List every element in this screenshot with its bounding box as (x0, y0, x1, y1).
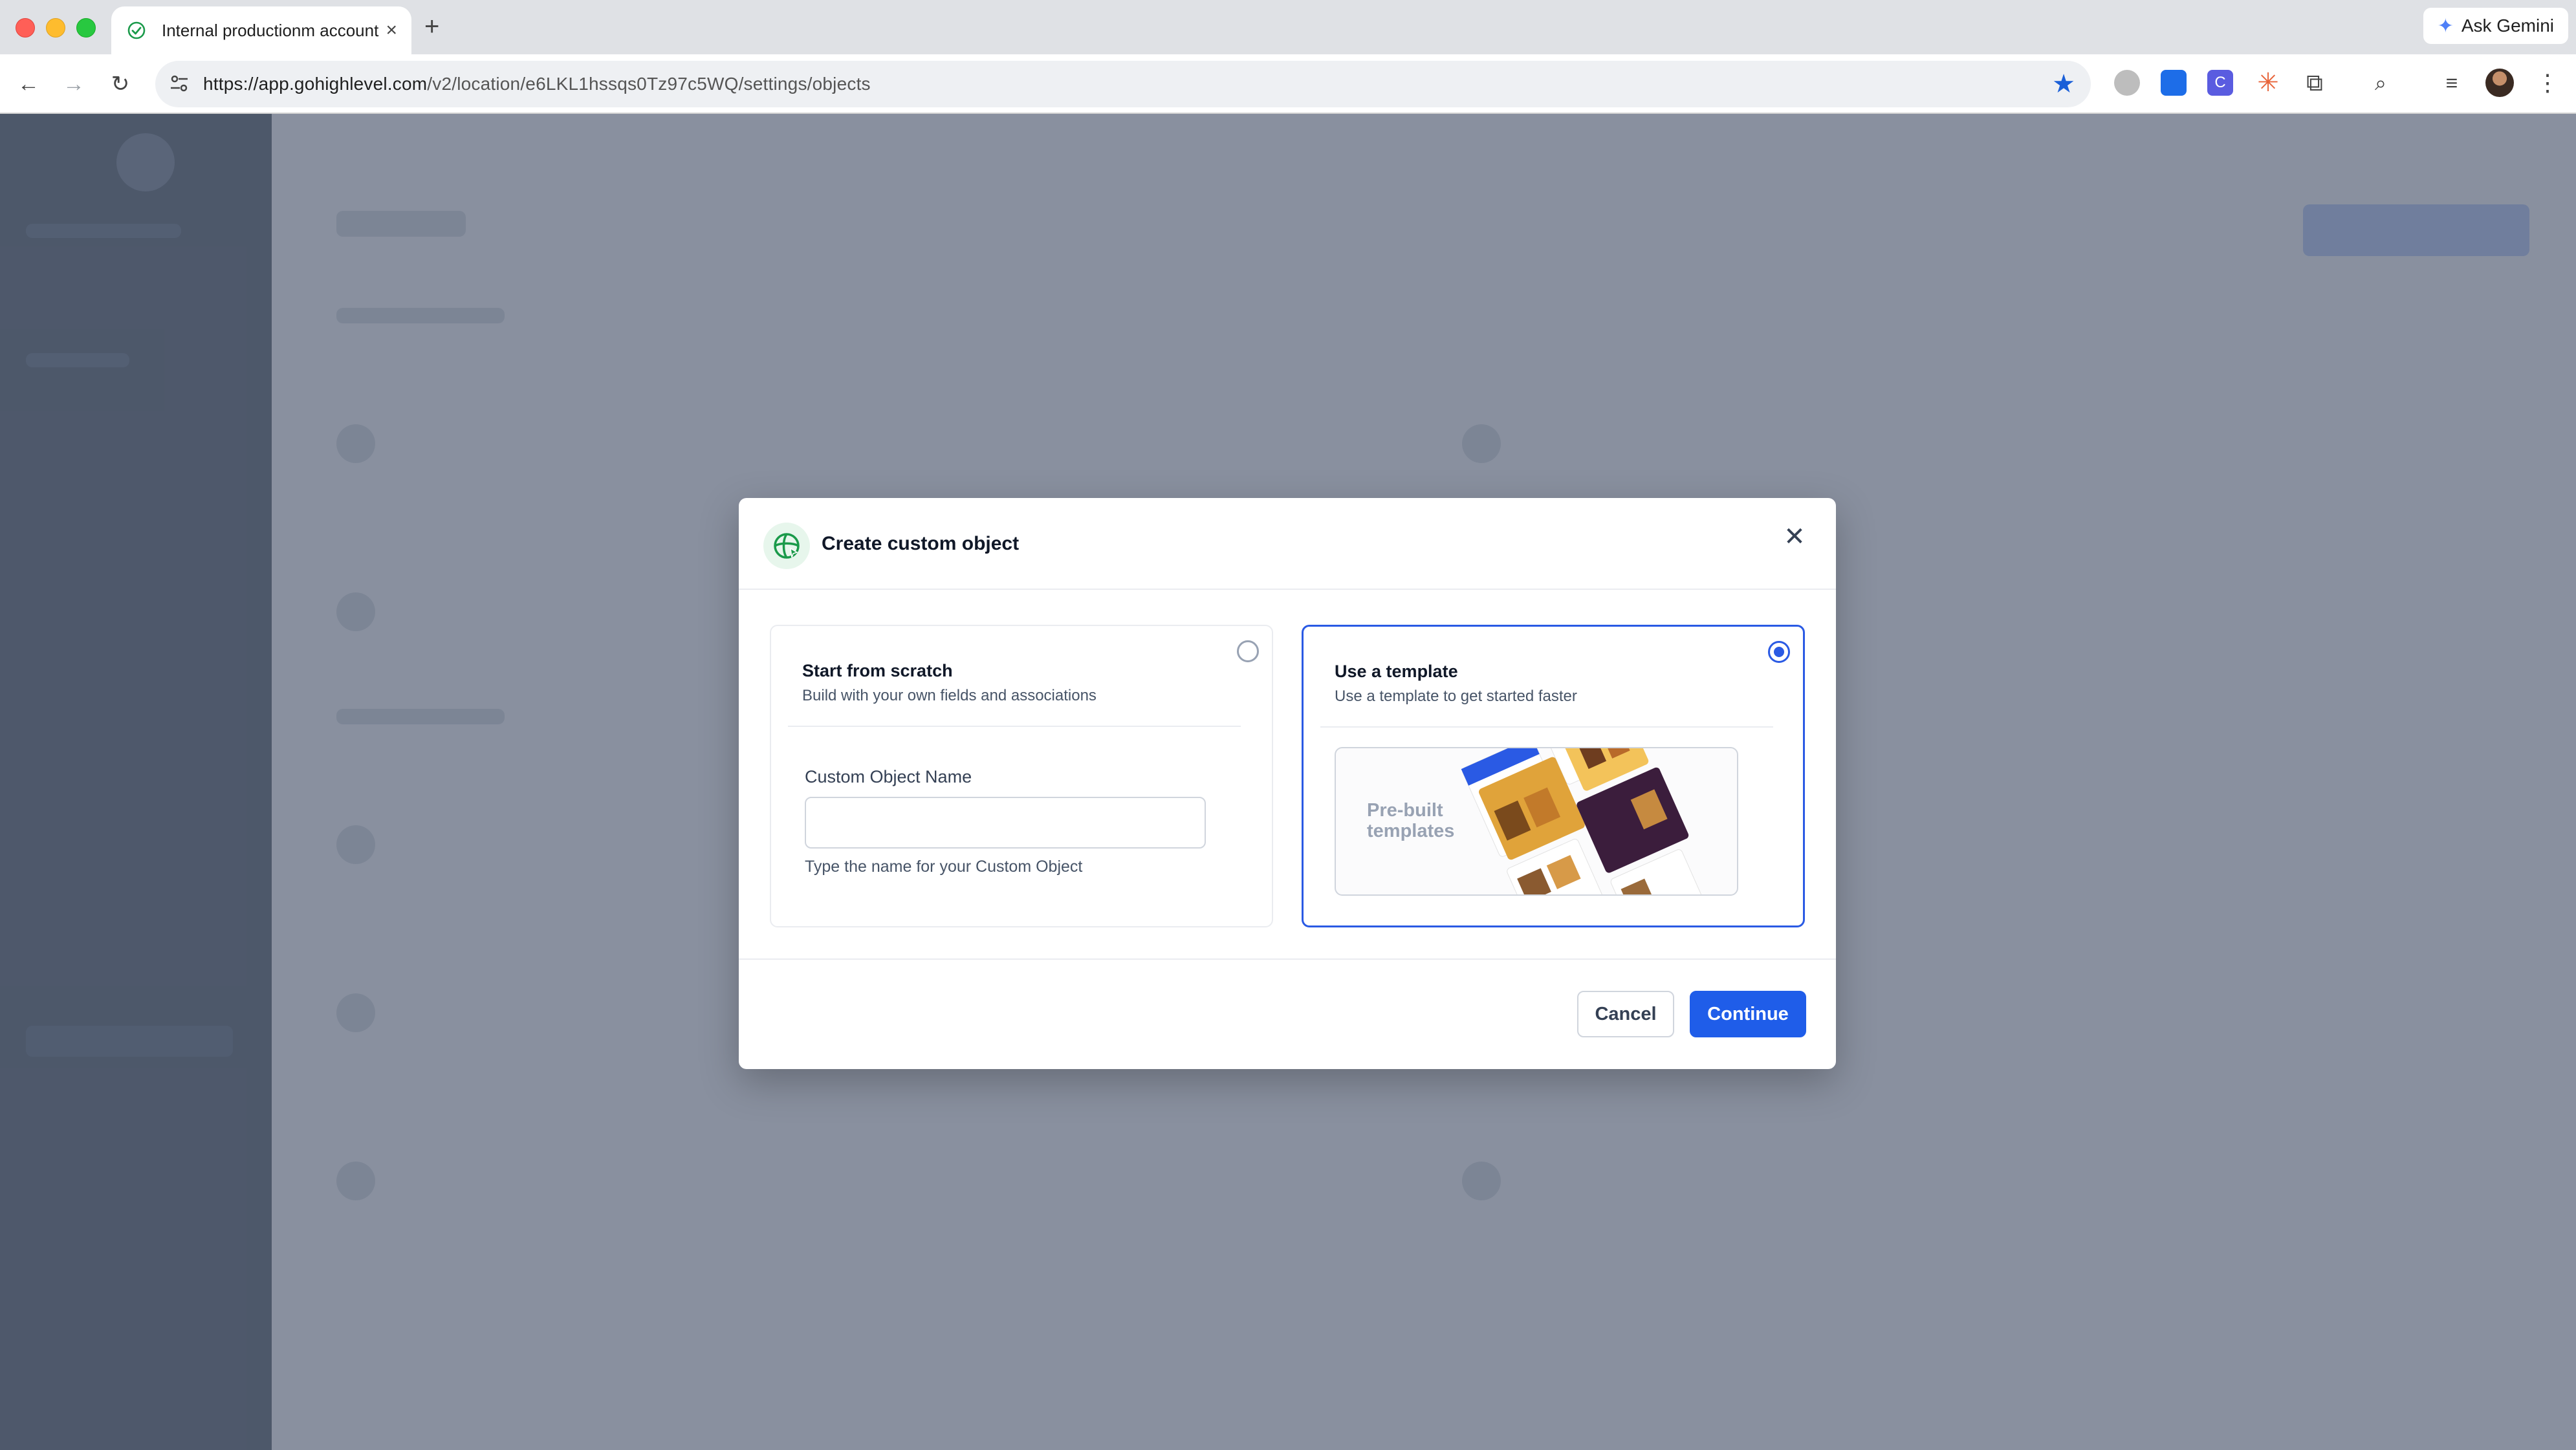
close-icon[interactable]: ✕ (1779, 521, 1810, 552)
extension-grey-icon[interactable] (2114, 70, 2140, 96)
maximize-window-button[interactable] (76, 18, 96, 38)
create-custom-object-modal: Create custom object ✕ Start from scratc… (739, 498, 1836, 1069)
option-title: Start from scratch (802, 661, 953, 680)
start-from-scratch-option[interactable]: Start from scratch Build with your own f… (770, 625, 1273, 927)
ask-gemini-button[interactable]: ✦ Ask Gemini (2423, 8, 2568, 44)
back-arrow-icon[interactable]: ← (14, 70, 43, 98)
extension-blue-icon[interactable] (2161, 70, 2187, 96)
site-settings-icon[interactable] (168, 72, 190, 94)
start-from-scratch-radio[interactable] (1237, 640, 1259, 662)
extension-c-icon[interactable]: C (2207, 70, 2233, 96)
template-collage-illustration (1461, 748, 1704, 894)
reload-icon[interactable]: ↻ (106, 70, 135, 98)
template-preview-image: Pre-built templates (1335, 747, 1738, 896)
close-window-button[interactable] (16, 18, 35, 38)
reading-list-icon[interactable]: ≡ (2439, 70, 2465, 96)
gemini-sparkle-icon: ✦ (2437, 15, 2454, 37)
custom-object-name-help: Type the name for your Custom Object (805, 858, 1083, 876)
continue-button[interactable]: Continue (1690, 991, 1806, 1037)
browser-chrome: Internal productionm account × + ✦ Ask G… (0, 0, 2576, 114)
divider (788, 726, 1241, 727)
address-bar[interactable]: https://app.gohighlevel.com/v2/location/… (155, 61, 2091, 107)
use-template-radio[interactable] (1768, 641, 1790, 663)
tab-strip: Internal productionm account × + ✦ Ask G… (0, 0, 2576, 54)
url-text: https://app.gohighlevel.com/v2/location/… (203, 74, 871, 94)
ask-gemini-label: Ask Gemini (2461, 16, 2554, 36)
forward-arrow-icon[interactable]: → (60, 70, 88, 98)
custom-object-name-label: Custom Object Name (805, 767, 972, 786)
minimize-window-button[interactable] (46, 18, 65, 38)
browser-tab[interactable]: Internal productionm account × (111, 6, 411, 54)
divider (1320, 726, 1773, 728)
custom-object-name-input[interactable] (805, 797, 1206, 849)
extension-asterisk-icon[interactable]: ✳ (2255, 70, 2281, 96)
modal-title: Create custom object (822, 533, 1020, 554)
new-tab-button[interactable]: + (424, 12, 439, 41)
option-subtitle: Use a template to get started faster (1335, 687, 1577, 705)
custom-object-glyph (774, 533, 800, 559)
use-template-option[interactable]: Use a template Use a template to get sta… (1302, 625, 1805, 927)
profile-avatar[interactable] (2485, 69, 2514, 97)
star-icon[interactable]: ★ (2052, 70, 2075, 98)
more-menu-icon[interactable]: ⋮ (2536, 69, 2559, 97)
option-title: Use a template (1335, 662, 1458, 681)
extensions-puzzle-icon[interactable]: ⧉ (2302, 70, 2328, 96)
option-subtitle: Build with your own fields and associati… (802, 687, 1097, 704)
footer-divider (739, 958, 1836, 960)
url-host: https://app.gohighlevel.com (203, 74, 428, 94)
url-path: /v2/location/e6LKL1hssqs0Tz97c5WQ/settin… (427, 74, 871, 94)
cancel-button[interactable]: Cancel (1577, 991, 1674, 1037)
browser-toolbar: ← → ↻ https://app.gohighlevel.com/v2/loc… (0, 54, 2576, 114)
custom-object-icon (763, 523, 810, 569)
modal-header: Create custom object ✕ (739, 498, 1836, 590)
media-search-icon[interactable]: ⌕ (2368, 70, 2394, 96)
tab-close-icon[interactable]: × (386, 21, 397, 40)
tab-title: Internal productionm account (162, 20, 379, 40)
check-circle-icon (127, 21, 146, 39)
